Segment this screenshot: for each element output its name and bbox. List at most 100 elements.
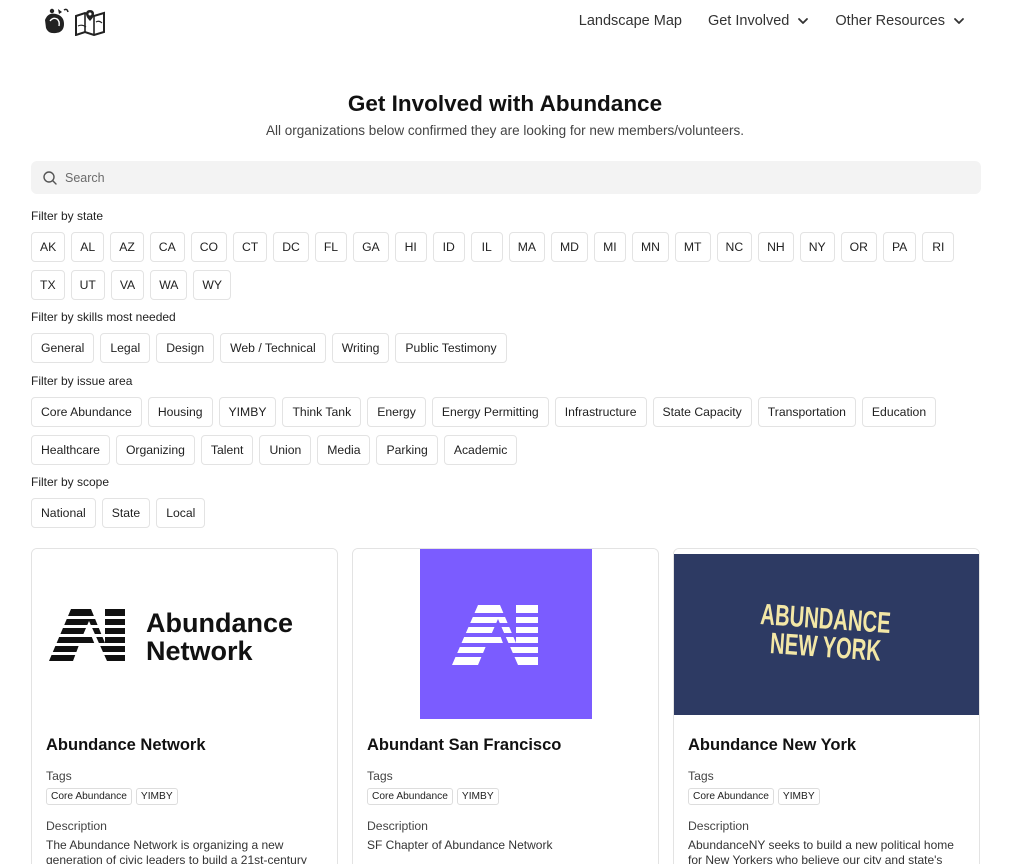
filter-chip-state-il[interactable]: IL [470, 232, 503, 262]
filter-chip-issue-yimby[interactable]: YIMBY [218, 397, 277, 427]
nav-get-involved[interactable]: Get Involved [708, 11, 809, 31]
org-description: AbundanceNY seeks to build a new politic… [688, 838, 954, 864]
abundant-sf-logo [353, 549, 658, 719]
nav-label: Get Involved [707, 13, 790, 29]
filter-chip-state-mn[interactable]: MN [631, 232, 669, 262]
filter-chip-state-co[interactable]: CO [190, 232, 227, 262]
filter-chip-state-id[interactable]: ID [432, 232, 465, 262]
filter-chip-issue-talent[interactable]: Talent [200, 435, 254, 465]
filter-chip-issue-think-tank[interactable]: Think Tank [282, 397, 362, 427]
logo-text-line-1: Abundance [146, 608, 293, 638]
filter-chip-issue-healthcare[interactable]: Healthcare [31, 435, 110, 465]
main-nav: Landscape Map Get Involved Other Resourc… [579, 11, 965, 31]
chevron-down-icon [798, 18, 809, 24]
logo-text-line-2: Network [146, 636, 254, 666]
filter-chip-state-dc[interactable]: DC [273, 232, 309, 262]
page-subtitle: All organizations below confirmed they a… [266, 123, 744, 138]
tag: YIMBY [456, 788, 499, 805]
filter-state-label: Filter by state [31, 209, 104, 223]
filter-chip-issue-education[interactable]: Education [861, 397, 937, 427]
filter-chip-scope-national[interactable]: National [31, 498, 96, 528]
filter-chip-issue-organizing[interactable]: Organizing [115, 435, 195, 465]
filter-chip-issue-state-capacity[interactable]: State Capacity [652, 397, 752, 427]
filter-chip-state-mi[interactable]: MI [593, 232, 626, 262]
filter-chip-issue-housing[interactable]: Housing [147, 397, 213, 427]
filter-chip-state-ak[interactable]: AK [31, 232, 66, 262]
filter-chip-state-tx[interactable]: TX [31, 270, 65, 300]
filter-issue-label: Filter by issue area [31, 374, 133, 388]
filter-chip-state-az[interactable]: AZ [110, 232, 144, 262]
filter-chip-skill-design[interactable]: Design [156, 333, 215, 363]
tag: Core Abundance [688, 788, 774, 805]
filter-chip-issue-transportation[interactable]: Transportation [757, 397, 856, 427]
nav-other-resources[interactable]: Other Resources [835, 11, 965, 31]
filter-skills-label: Filter by skills most needed [31, 310, 176, 324]
filter-chip-state-va[interactable]: VA [110, 270, 145, 300]
org-name[interactable]: Abundance New York [688, 736, 856, 755]
tags-label: Tags [688, 769, 714, 783]
org-name[interactable]: Abundance Network [46, 736, 206, 755]
filter-chip-state-al[interactable]: AL [71, 232, 105, 262]
filter-chip-skill-writing[interactable]: Writing [331, 333, 390, 363]
filter-chip-state-nh[interactable]: NH [758, 232, 794, 262]
filter-chip-issue-energy-permitting[interactable]: Energy Permitting [431, 397, 549, 427]
filter-chip-state-md[interactable]: MD [550, 232, 588, 262]
filter-chip-state-pa[interactable]: PA [882, 232, 917, 262]
filter-scope-group: National State Local [31, 498, 981, 528]
org-card-list: Abundance Network Abundance Network Tags… [31, 548, 980, 864]
filter-state-group: AK AL AZ CA CO CT DC FL GA HI ID IL MA MD MI MN MT NC NH NY… [31, 232, 981, 300]
filter-chip-scope-state[interactable]: State [101, 498, 151, 528]
filter-chip-issue-union[interactable]: Union [259, 435, 312, 465]
filter-chip-skill-public-testimony[interactable]: Public Testimony [395, 333, 507, 363]
tag-list: Core Abundance YIMBY [688, 788, 820, 805]
filter-chip-skill-legal[interactable]: Legal [100, 333, 151, 363]
tag: Core Abundance [46, 788, 132, 805]
filter-chip-state-or[interactable]: OR [840, 232, 877, 262]
filter-chip-issue-media[interactable]: Media [317, 435, 371, 465]
site-logo-icon[interactable] [42, 6, 110, 36]
filter-chip-state-nc[interactable]: NC [716, 232, 753, 262]
filter-issue-group: Core Abundance Housing YIMBY Think Tank Ener… [31, 397, 981, 465]
filter-chip-state-hi[interactable]: HI [394, 232, 427, 262]
tag: Core Abundance [367, 788, 453, 805]
description-label: Description [367, 819, 428, 833]
filter-chip-issue-parking[interactable]: Parking [376, 435, 438, 465]
tag-list: Core Abundance YIMBY [367, 788, 499, 805]
filter-chip-state-ca[interactable]: CA [149, 232, 185, 262]
search-icon [43, 170, 57, 185]
filter-chip-state-ri[interactable]: RI [922, 232, 955, 262]
nav-label: Other Resources [835, 13, 945, 29]
tags-label: Tags [46, 769, 72, 783]
filter-chip-state-ut[interactable]: UT [70, 270, 105, 300]
filter-chip-state-ny[interactable]: NY [799, 232, 835, 262]
tag: YIMBY [777, 788, 820, 805]
description-label: Description [46, 819, 107, 833]
tag: YIMBY [135, 788, 178, 805]
filter-chip-issue-academic[interactable]: Academic [443, 435, 518, 465]
filter-scope-label: Filter by scope [31, 475, 110, 489]
filter-chip-issue-core-abundance[interactable]: Core Abundance [31, 397, 142, 427]
filter-skills-group: General Legal Design Web / Technical Writing… [31, 333, 981, 363]
nav-landscape-map[interactable]: Landscape Map [579, 11, 682, 31]
filter-chip-state-ct[interactable]: CT [232, 232, 268, 262]
search-input[interactable] [65, 170, 945, 185]
org-name[interactable]: Abundant San Francisco [367, 736, 561, 755]
org-card[interactable]: ABUNDANCE NEW YORK Abundance New York Ta… [673, 548, 980, 864]
search-bar [31, 161, 981, 194]
filter-chip-state-ga[interactable]: GA [353, 232, 389, 262]
filter-chip-state-wy[interactable]: WY [193, 270, 232, 300]
org-description: The Abundance Network is organizing a ne… [46, 838, 307, 864]
tag-list: Core Abundance YIMBY [46, 788, 178, 805]
filter-chip-state-ma[interactable]: MA [508, 232, 545, 262]
filter-chip-issue-energy[interactable]: Energy [367, 397, 426, 427]
filter-chip-state-fl[interactable]: FL [314, 232, 348, 262]
filter-chip-scope-local[interactable]: Local [156, 498, 206, 528]
org-card[interactable]: Abundant San Francisco Tags Core Abundan… [352, 548, 659, 864]
filter-chip-skill-web-technical[interactable]: Web / Technical [220, 333, 326, 363]
filter-chip-state-wa[interactable]: WA [150, 270, 188, 300]
filter-chip-state-mt[interactable]: MT [674, 232, 711, 262]
filter-chip-issue-infrastructure[interactable]: Infrastructure [554, 397, 647, 427]
page-title: Get Involved with Abundance [347, 91, 663, 116]
org-card[interactable]: Abundance Network Abundance Network Tags… [31, 548, 338, 864]
filter-chip-skill-general[interactable]: General [31, 333, 95, 363]
